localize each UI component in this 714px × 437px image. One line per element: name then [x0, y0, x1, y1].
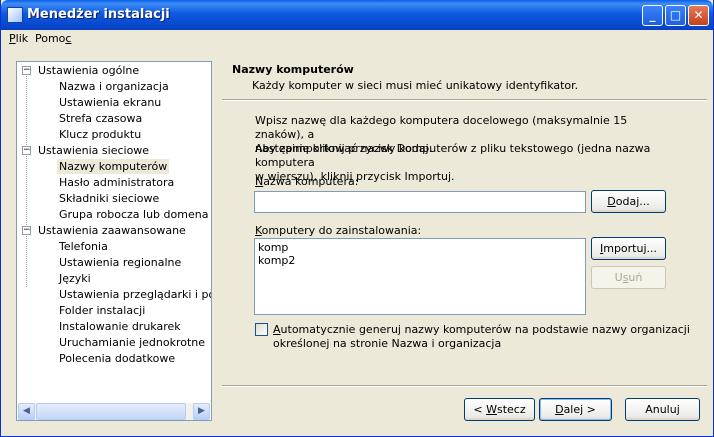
maximize-icon: □: [669, 8, 682, 22]
tree-item[interactable]: Klucz produktu: [57, 127, 143, 142]
auto-generate-label-line1: Automatycznie generuj nazwy komputerów n…: [273, 323, 690, 336]
tree-item[interactable]: Folder instalacji: [57, 303, 147, 318]
next-button[interactable]: Dalej >: [539, 398, 612, 421]
computers-list-label: Komputery do zainstalowania:: [255, 224, 422, 237]
tree-group[interactable]: Ustawienia ogólne: [38, 63, 139, 78]
tree-item[interactable]: Składniki sieciowe: [57, 191, 161, 206]
auto-generate-label-line2: określonej na stronie Nazwa i organizacj…: [273, 337, 502, 350]
arrow-right-icon: ▶: [198, 406, 205, 416]
instructions-add-line1: Wpisz nazwę dla każdego komputera docelo…: [255, 114, 628, 141]
scroll-right-button[interactable]: ▶: [193, 403, 210, 420]
tree-item[interactable]: Ustawienia przeglądarki i powłok: [57, 287, 211, 302]
tree-item[interactable]: Języki: [57, 271, 93, 286]
tree-collapse-toggle[interactable]: −: [22, 146, 31, 155]
list-item[interactable]: komp: [258, 241, 288, 254]
tree-item[interactable]: Grupa robocza lub domena: [57, 207, 210, 222]
settings-tree[interactable]: ◀ ▶ − Ustawienia ogólne Nazwa i organizacj…: [16, 61, 212, 421]
instructions-import-line1: Aby zaimportować nazwy komputerów z plik…: [255, 142, 651, 169]
footer-divider: [222, 385, 707, 387]
arrow-left-icon: ◀: [23, 406, 30, 416]
tree-collapse-toggle[interactable]: −: [22, 226, 31, 235]
back-button[interactable]: < Wstecz: [464, 398, 535, 421]
app-window: Menedżer instalacji _ □ ✕ Plik Pomoc ◀ ▶…: [0, 0, 714, 437]
tree-item[interactable]: Instalowanie drukarek: [57, 319, 183, 334]
menu-plik[interactable]: Plik: [9, 32, 28, 45]
minimize-icon: _: [649, 8, 656, 22]
list-item[interactable]: komp2: [258, 254, 295, 267]
remove-button[interactable]: Usuń: [591, 266, 666, 289]
computers-list[interactable]: komp komp2: [254, 238, 586, 315]
computer-name-input[interactable]: [254, 191, 586, 213]
maximize-button[interactable]: □: [665, 5, 686, 26]
menu-bar: Plik Pomoc: [4, 30, 710, 48]
computer-name-label: Nazwa komputera:: [255, 175, 359, 188]
import-button[interactable]: Importuj...: [591, 237, 666, 260]
tree-collapse-toggle[interactable]: −: [22, 66, 31, 75]
scroll-thumb[interactable]: [36, 403, 186, 420]
cancel-button[interactable]: Anuluj: [625, 398, 700, 421]
tree-item[interactable]: Ustawienia regionalne: [57, 255, 183, 270]
tree-connector: [26, 76, 27, 287]
title-bar[interactable]: Menedżer instalacji _ □ ✕: [1, 0, 713, 30]
header-divider: [222, 99, 707, 101]
add-button[interactable]: Dodaj...: [591, 190, 666, 213]
auto-generate-label[interactable]: Automatycznie generuj nazwy komputerów n…: [273, 323, 690, 351]
close-button[interactable]: ✕: [688, 5, 709, 26]
tree-group[interactable]: Ustawienia zaawansowane: [38, 223, 186, 238]
auto-generate-checkbox[interactable]: [255, 323, 268, 336]
page-subtitle: Każdy komputer w sieci musi mieć unikato…: [252, 79, 579, 92]
close-icon: ✕: [693, 8, 704, 22]
tree-item[interactable]: Nazwy komputerów: [57, 159, 170, 174]
window-title: Menedżer instalacji: [27, 7, 170, 22]
tree-item[interactable]: Ustawienia ekranu: [57, 95, 163, 110]
page-title: Nazwy komputerów: [232, 63, 354, 76]
tree-item[interactable]: Uruchamianie jednokrotne: [57, 335, 207, 350]
scroll-left-button[interactable]: ◀: [18, 403, 35, 420]
minimize-button[interactable]: _: [642, 5, 663, 26]
tree-item[interactable]: Strefa czasowa: [57, 111, 144, 126]
tree-item[interactable]: Nazwa i organizacja: [57, 79, 171, 94]
tree-item[interactable]: Polecenia dodatkowe: [57, 351, 177, 366]
menu-pomoc[interactable]: Pomoc: [35, 32, 71, 45]
tree-item[interactable]: Telefonia: [57, 239, 110, 254]
tree-group[interactable]: Ustawienia sieciowe: [38, 143, 149, 158]
tree-item[interactable]: Hasło administratora: [57, 175, 176, 190]
tree-horizontal-scrollbar[interactable]: ◀ ▶: [18, 403, 210, 420]
app-icon: [7, 7, 23, 23]
